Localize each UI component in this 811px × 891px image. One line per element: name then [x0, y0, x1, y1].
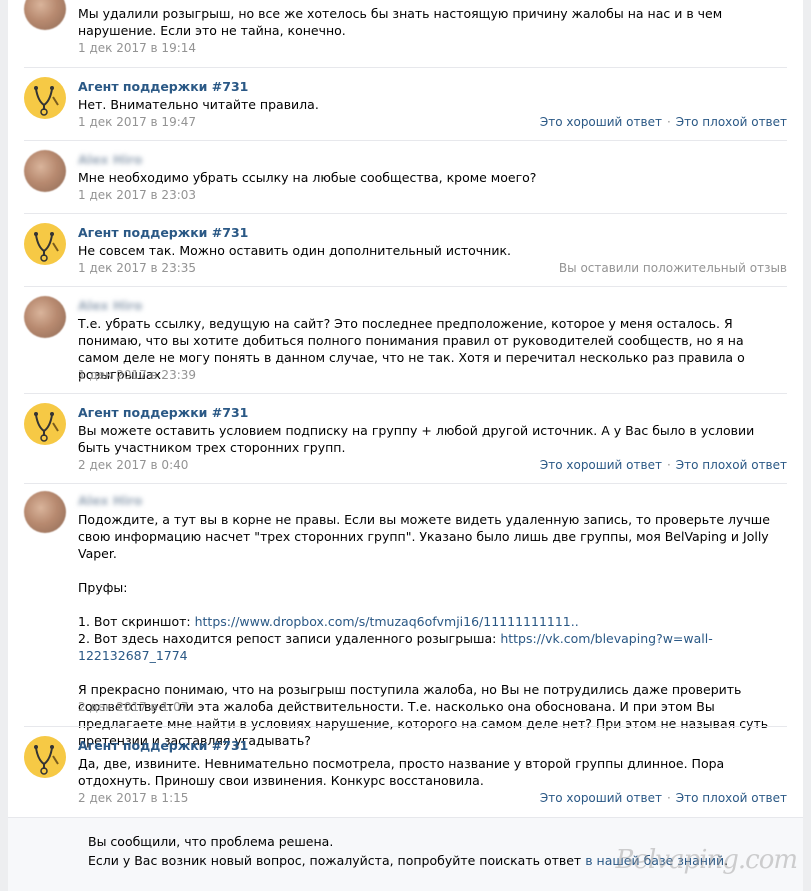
- message-date[interactable]: 1 дек 2017 в 19:47: [78, 115, 196, 129]
- user-avatar[interactable]: [24, 150, 66, 192]
- divider: [24, 483, 787, 484]
- rating-links: Это хороший ответ · Это плохой ответ: [540, 115, 787, 129]
- agent-mascot-icon: [34, 412, 59, 442]
- message-text: Да, две, извините. Невнимательно посмотр…: [78, 756, 725, 788]
- good-answer-link[interactable]: Это хороший ответ: [540, 791, 662, 805]
- divider: [24, 140, 787, 141]
- message-text: Мне необходимо убрать ссылку на любые со…: [78, 170, 537, 185]
- message-text: Вы можете оставить условием подписку на …: [78, 423, 755, 455]
- author-name[interactable]: Alex Hiro: [78, 152, 142, 167]
- agent-avatar[interactable]: [24, 77, 66, 119]
- resolution-footer: Вы сообщили, что проблема решена. Если у…: [8, 817, 803, 891]
- dropbox-link[interactable]: https://www.dropbox.com/s/tmuzaq6ofvmji1…: [195, 614, 579, 629]
- divider: [24, 393, 787, 394]
- author-name[interactable]: Агент поддержки #731: [78, 405, 248, 420]
- agent-avatar[interactable]: [24, 403, 66, 445]
- bad-answer-link[interactable]: Это плохой ответ: [676, 115, 787, 129]
- author-name[interactable]: Alex Hiro: [78, 493, 142, 508]
- message-date[interactable]: 2 дек 2017 в 1:07: [78, 700, 188, 714]
- message-text: Нет. Внимательно читайте правила.: [78, 97, 319, 112]
- user-avatar[interactable]: [24, 491, 66, 533]
- message-text: Мы удалили розыгрыш, но все же хотелось …: [78, 6, 723, 38]
- separator-dot: ·: [666, 115, 671, 129]
- rating-status: Вы оставили положительный отзыв: [558, 261, 787, 275]
- divider: [24, 286, 787, 287]
- message-date[interactable]: 1 дек 2017 в 23:39: [78, 368, 196, 382]
- message-date[interactable]: 1 дек 2017 в 23:03: [78, 188, 196, 202]
- divider: [24, 726, 787, 727]
- divider: [24, 213, 787, 214]
- rating-links: Это хороший ответ · Это плохой ответ: [540, 458, 787, 472]
- user-avatar[interactable]: [24, 296, 66, 338]
- agent-mascot-icon: [34, 86, 59, 116]
- divider: [24, 67, 787, 68]
- bad-answer-link[interactable]: Это плохой ответ: [676, 458, 787, 472]
- rating-links: Это хороший ответ · Это плохой ответ: [540, 791, 787, 805]
- agent-avatar[interactable]: [24, 736, 66, 778]
- agent-avatar[interactable]: [24, 223, 66, 265]
- message-date[interactable]: 2 дек 2017 в 1:15: [78, 791, 188, 805]
- agent-mascot-icon: [34, 745, 59, 775]
- message-date[interactable]: 2 дек 2017 в 0:40: [78, 458, 188, 472]
- author-name[interactable]: Агент поддержки #731: [78, 79, 248, 94]
- watermark: Belvaping.com: [615, 845, 798, 875]
- message-date[interactable]: 1 дек 2017 в 23:35: [78, 261, 196, 275]
- separator-dot: ·: [666, 791, 671, 805]
- author-name[interactable]: Alex Hiro: [78, 298, 142, 313]
- message-date[interactable]: 1 дек 2017 в 19:14: [78, 41, 196, 55]
- bad-answer-link[interactable]: Это плохой ответ: [676, 791, 787, 805]
- separator-dot: ·: [666, 458, 671, 472]
- author-name[interactable]: Агент поддержки #731: [78, 738, 248, 753]
- message-text: Не совсем так. Можно оставить один допол…: [78, 243, 511, 258]
- author-name[interactable]: Агент поддержки #731: [78, 225, 248, 240]
- good-answer-link[interactable]: Это хороший ответ: [540, 115, 662, 129]
- agent-mascot-icon: [34, 232, 59, 262]
- good-answer-link[interactable]: Это хороший ответ: [540, 458, 662, 472]
